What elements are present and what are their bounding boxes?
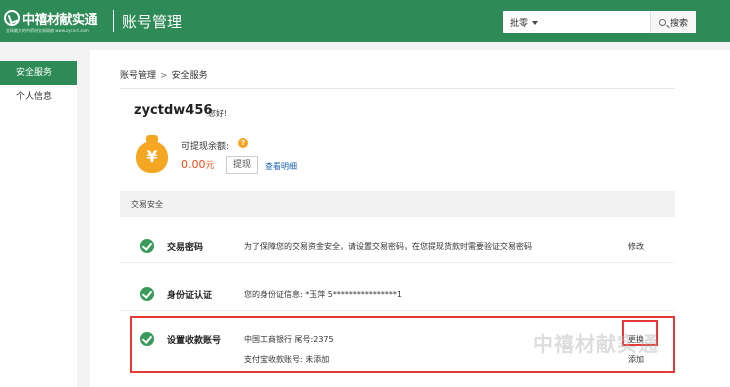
search-category-label: 批零 <box>510 19 529 29</box>
security-row-id-verification: 身份证认证 您的身份证信息: *玉萍 5****************1 <box>120 278 675 310</box>
chevron-down-icon <box>532 21 539 25</box>
currency-symbol: ¥ <box>136 141 168 173</box>
sidebar: 安全服务 个人信息 <box>0 61 77 387</box>
site-logo[interactable]: 中禧材献实通 全球最大的中药材交易网络 www.zycnct.com <box>4 9 108 35</box>
top-header: 中禧材献实通 全球最大的中药材交易网络 www.zycnct.com 账号管理 … <box>0 0 730 42</box>
security-row-trade-password: 交易密码 为了保障您的交易资金安全，请设置交易密码，在您提现货款时需要验证交易密… <box>120 230 675 262</box>
check-circle-icon <box>140 239 154 253</box>
watermark: 中禧材献实通 <box>533 332 659 356</box>
section-title: 交易安全 <box>131 200 163 209</box>
logo-subtext: 全球最大的中药材交易网络 www.zycnct.com <box>6 28 89 33</box>
breadcrumb-item-account[interactable]: 账号管理 <box>120 71 156 81</box>
breadcrumb-item-security: 安全服务 <box>171 71 208 81</box>
money-bag-icon: ¥ <box>135 135 169 173</box>
section-header: 交易安全 <box>120 191 675 217</box>
row-divider <box>120 262 675 263</box>
withdraw-button[interactable]: 提现 <box>226 156 258 174</box>
view-details-link[interactable]: 查看明细 <box>265 161 297 172</box>
help-icon[interactable]: ? <box>238 138 248 148</box>
search-button[interactable]: 搜索 <box>650 11 696 33</box>
header-divider <box>113 10 114 32</box>
breadcrumb-divider <box>120 88 675 89</box>
greeting-text: 您好! <box>208 109 228 118</box>
search-category-select[interactable]: 批零 <box>510 16 539 29</box>
sidebar-item-security[interactable]: 安全服务 <box>0 61 77 85</box>
username: zyctdw456 <box>134 103 213 118</box>
row-divider <box>120 310 675 311</box>
breadcrumb-separator: > <box>160 71 168 81</box>
modify-password-link[interactable]: 修改 <box>628 241 644 252</box>
row-title: 身份证认证 <box>167 291 213 301</box>
balance-label: 可提现余额: <box>181 142 230 152</box>
logo-leaf-icon <box>4 10 20 26</box>
logo-text: 中禧材献实通 <box>22 13 98 28</box>
balance-value: 0.00 <box>181 158 206 171</box>
balance-unit: 元 <box>205 161 215 171</box>
search-button-label: 搜索 <box>669 18 688 29</box>
search-input[interactable] <box>558 14 650 30</box>
breadcrumb: 账号管理 > 安全服务 <box>120 68 208 81</box>
row-title: 交易密码 <box>167 243 204 253</box>
search-icon <box>658 18 666 26</box>
sidebar-item-profile[interactable]: 个人信息 <box>0 85 77 109</box>
page-title: 账号管理 <box>122 13 183 31</box>
balance-amount: 0.00元 <box>181 158 215 171</box>
check-circle-icon <box>140 287 154 301</box>
row-description: 为了保障您的交易资金安全，请设置交易密码，在您提现货款时需要验证交易密码 <box>244 242 532 251</box>
row-description: 您的身份证信息: *玉萍 5****************1 <box>244 290 402 299</box>
